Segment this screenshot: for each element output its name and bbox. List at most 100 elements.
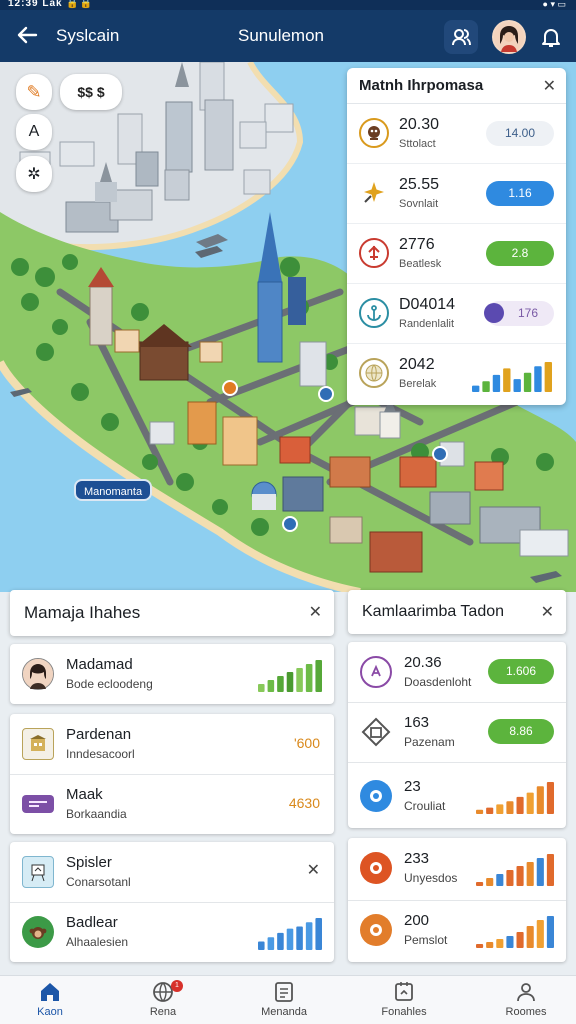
map-sparkle-tool[interactable]: ✲ — [16, 156, 52, 192]
stat-badge: 1.606 — [488, 659, 554, 684]
bell-icon[interactable] — [534, 20, 568, 54]
nav-item-home[interactable]: Kaon — [0, 980, 100, 1024]
close-icon[interactable]: ✕ — [309, 602, 322, 622]
stat-row[interactable]: 23 Crouliat — [348, 766, 566, 826]
metrics-title: Matnh Ihrpomasa — [359, 77, 484, 94]
close-icon[interactable]: ✕ — [307, 860, 320, 880]
item-title: Badlear — [66, 914, 118, 931]
map-pin[interactable] — [432, 446, 448, 462]
spisler-header[interactable]: Spisler Conarsotanl ✕ — [10, 842, 334, 902]
map-currency-tool[interactable]: $$ $ — [60, 74, 122, 110]
stat-label: Pazenam — [404, 735, 455, 749]
bar — [516, 866, 524, 886]
map-pen-tool[interactable]: ✎ — [16, 74, 52, 110]
list-item[interactable]: Maak Borkaandia 4630 — [10, 774, 334, 834]
spisler-card[interactable]: Spisler Conarsotanl ✕ Badlear Alhaalesie… — [10, 842, 334, 962]
item-subtitle: Alhaalesien — [66, 935, 129, 949]
stat-label: Crouliat — [404, 799, 446, 813]
map-pin[interactable] — [222, 380, 238, 396]
bar — [277, 932, 284, 950]
bar — [286, 928, 294, 950]
item-value: 4630 — [288, 795, 320, 811]
item-title: Pardenan — [66, 726, 132, 743]
anchor-icon — [359, 298, 389, 328]
notification-badge: 1 — [171, 980, 183, 992]
metric-bar-chart — [472, 362, 552, 392]
breadcrumb[interactable]: Syslcain — [56, 26, 119, 46]
list-item[interactable]: Madamad Bode ecloodeng — [10, 644, 334, 704]
metric-row[interactable]: 2776 Beatlesk 2.8 — [347, 224, 566, 284]
metric-row[interactable]: 25.55 Sovnlait 1.16 — [347, 164, 566, 224]
gem-icon — [360, 716, 392, 748]
person-avatar — [22, 658, 54, 690]
spisler-subtitle: Conarsotanl — [66, 875, 131, 889]
list-card[interactable]: Madamad Bode ecloodeng — [10, 644, 334, 704]
bar — [472, 385, 480, 392]
ring2-icon — [360, 914, 392, 946]
metrics-panel: Matnh Ihrpomasa ✕ 20.30 Sttolact 14.00 2… — [347, 68, 566, 405]
target-icon — [360, 780, 392, 812]
stat-row[interactable]: 233 Unyesdos — [348, 838, 566, 898]
mascot-icon — [359, 118, 389, 148]
bar — [492, 374, 501, 392]
close-icon[interactable]: ✕ — [543, 76, 556, 96]
bar — [305, 664, 313, 692]
stat-value: 233 — [404, 850, 430, 867]
metric-row[interactable]: 2042 Berelak — [347, 344, 566, 404]
right-panel-title: Kamlaarimba Tadon — [362, 603, 505, 620]
item-value: '600 — [293, 735, 320, 751]
user-avatar[interactable] — [492, 20, 526, 54]
stat-label: Unyesdos — [404, 871, 458, 885]
nav-item-fonahles[interactable]: Fonahles — [354, 980, 454, 1024]
stat-row[interactable]: 163 Pazenam 8.86 — [348, 702, 566, 762]
nav-item-rena[interactable]: 1 Rena — [113, 980, 213, 1024]
bar — [506, 870, 514, 886]
bar — [476, 882, 484, 886]
list-item[interactable]: Pardenan Inndesacoorl '600 — [10, 714, 334, 774]
nav-label: Fonahles — [381, 1006, 427, 1018]
letter-icon — [360, 656, 392, 688]
app-bar: Syslcain Sunulemon — [0, 10, 576, 62]
item-bar-chart — [258, 918, 322, 950]
close-icon[interactable]: ✕ — [541, 602, 554, 622]
bar — [526, 862, 534, 886]
bar — [526, 926, 534, 948]
bar — [506, 801, 514, 814]
bar — [534, 366, 542, 392]
back-arrow-icon[interactable] — [14, 22, 40, 48]
nav-item-menanda[interactable]: Menanda — [234, 980, 334, 1024]
stat-bar-chart — [476, 916, 554, 948]
nav-item-roomes[interactable]: Roomes — [476, 980, 576, 1024]
district-label[interactable]: Manomanta — [74, 479, 153, 501]
bar — [496, 874, 504, 886]
bar — [536, 786, 544, 814]
bar — [496, 939, 504, 948]
stats-card[interactable]: 233 Unyesdos 200 Pemslot — [348, 838, 566, 962]
list-card[interactable]: Pardenan Inndesacoorl '600 Maak Borkaand… — [10, 714, 334, 834]
bar — [486, 942, 494, 948]
bar — [516, 932, 524, 948]
map-text-tool[interactable]: A — [16, 114, 52, 150]
bottom-nav: Kaon 1 Rena Menanda Fonahles Roomes — [0, 975, 576, 1024]
bar — [513, 379, 521, 392]
metric-value: D04014 — [399, 296, 456, 313]
bar — [526, 792, 534, 814]
list-item[interactable]: Badlear Alhaalesien — [10, 902, 334, 962]
bar — [476, 944, 484, 948]
item-title: Madamad — [66, 656, 133, 673]
stat-badge: 8.86 — [488, 719, 554, 744]
map-pin[interactable] — [318, 386, 334, 402]
metric-row[interactable]: 20.30 Sttolact 14.00 — [347, 104, 566, 164]
map-pin[interactable] — [282, 516, 298, 532]
stats-card[interactable]: 20.36 Doasdenloht 1.606 163 Pazenam 8.86… — [348, 642, 566, 828]
sparkle-icon — [359, 178, 389, 208]
stat-row[interactable]: 200 Pemslot — [348, 900, 566, 960]
bar — [267, 680, 275, 692]
bar — [486, 878, 494, 886]
people-icon[interactable] — [444, 20, 478, 54]
stat-label: Pemslot — [404, 933, 448, 947]
bar — [315, 660, 322, 692]
stat-row[interactable]: 20.36 Doasdenloht 1.606 — [348, 642, 566, 702]
nav-label: Rena — [149, 1006, 177, 1018]
metric-row[interactable]: D04014 Randenlalit 176 — [347, 284, 566, 344]
